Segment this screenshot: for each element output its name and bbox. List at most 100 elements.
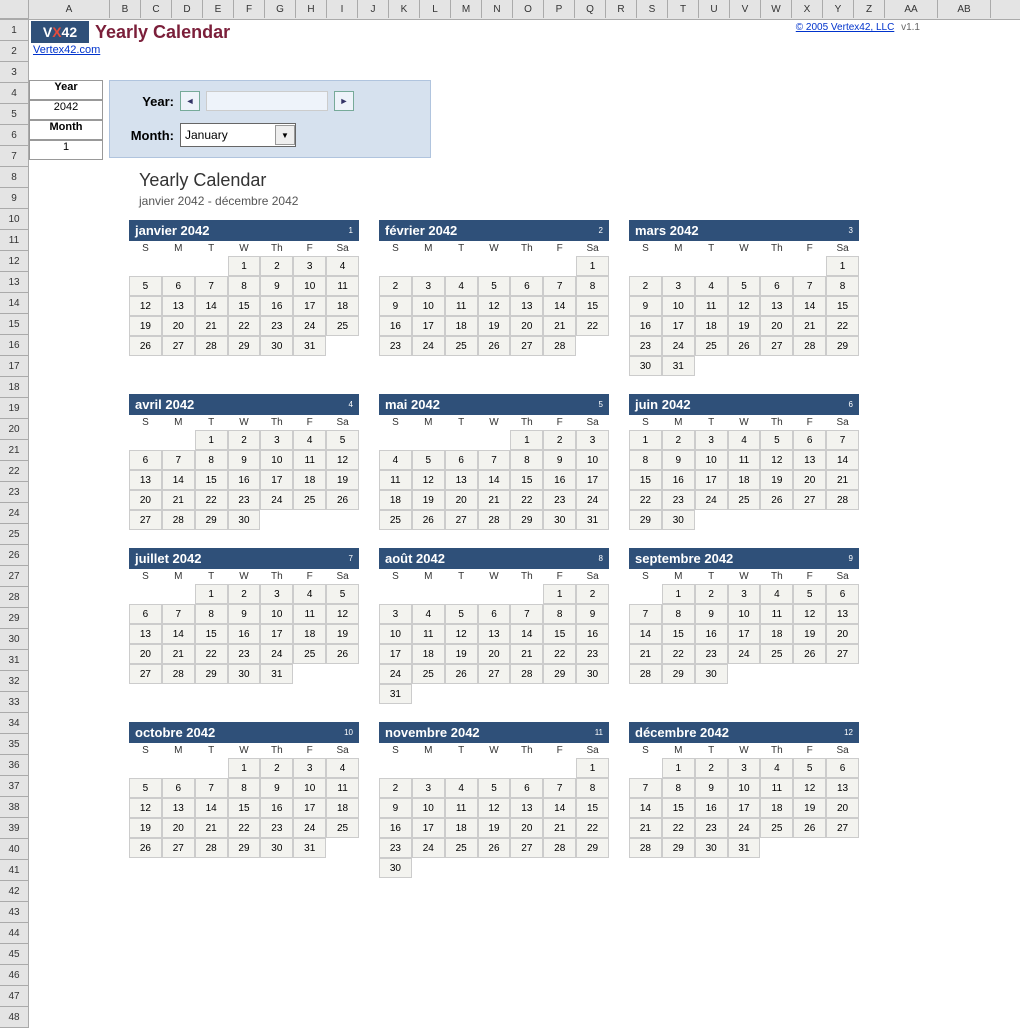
day-cell[interactable]: 17 xyxy=(293,296,326,316)
day-cell[interactable]: 9 xyxy=(543,450,576,470)
day-cell[interactable]: 4 xyxy=(326,758,359,778)
day-cell[interactable]: 26 xyxy=(760,490,793,510)
day-cell[interactable]: 25 xyxy=(326,316,359,336)
day-cell[interactable]: 20 xyxy=(445,490,478,510)
day-cell[interactable]: 27 xyxy=(826,818,859,838)
year-value-cell[interactable]: 2042 xyxy=(29,100,103,120)
day-cell[interactable]: 17 xyxy=(260,470,293,490)
day-cell[interactable]: 8 xyxy=(826,276,859,296)
day-cell[interactable]: 24 xyxy=(260,490,293,510)
day-cell[interactable]: 20 xyxy=(826,624,859,644)
day-cell[interactable]: 29 xyxy=(629,510,662,530)
day-cell[interactable]: 5 xyxy=(478,778,511,798)
day-cell[interactable]: 15 xyxy=(195,624,228,644)
day-cell[interactable]: 2 xyxy=(576,584,609,604)
day-cell[interactable]: 16 xyxy=(260,798,293,818)
day-cell[interactable]: 9 xyxy=(228,450,261,470)
day-cell[interactable]: 23 xyxy=(695,644,728,664)
day-cell[interactable]: 21 xyxy=(195,818,228,838)
day-cell[interactable]: 19 xyxy=(445,644,478,664)
day-cell[interactable]: 22 xyxy=(228,818,261,838)
day-cell[interactable]: 14 xyxy=(195,296,228,316)
day-cell[interactable]: 23 xyxy=(695,818,728,838)
day-cell[interactable]: 21 xyxy=(195,316,228,336)
day-cell[interactable]: 27 xyxy=(826,644,859,664)
day-cell[interactable]: 26 xyxy=(478,838,511,858)
row-header-19[interactable]: 19 xyxy=(0,398,29,419)
day-cell[interactable]: 7 xyxy=(510,604,543,624)
day-cell[interactable]: 24 xyxy=(379,664,412,684)
day-cell[interactable]: 19 xyxy=(129,818,162,838)
day-cell[interactable]: 2 xyxy=(662,430,695,450)
day-cell[interactable]: 28 xyxy=(629,664,662,684)
day-cell[interactable]: 19 xyxy=(478,818,511,838)
day-cell[interactable]: 9 xyxy=(695,778,728,798)
day-cell[interactable]: 9 xyxy=(576,604,609,624)
day-cell[interactable]: 22 xyxy=(662,644,695,664)
column-header-A[interactable]: A xyxy=(29,0,110,18)
day-cell[interactable]: 21 xyxy=(793,316,826,336)
day-cell[interactable]: 30 xyxy=(379,858,412,878)
day-cell[interactable]: 21 xyxy=(629,818,662,838)
row-header-37[interactable]: 37 xyxy=(0,776,29,797)
day-cell[interactable]: 24 xyxy=(293,316,326,336)
day-cell[interactable]: 8 xyxy=(510,450,543,470)
day-cell[interactable]: 27 xyxy=(445,510,478,530)
day-cell[interactable]: 22 xyxy=(629,490,662,510)
day-cell[interactable]: 9 xyxy=(260,276,293,296)
column-header-L[interactable]: L xyxy=(420,0,451,18)
day-cell[interactable]: 30 xyxy=(629,356,662,376)
day-cell[interactable]: 5 xyxy=(129,276,162,296)
day-cell[interactable]: 20 xyxy=(129,490,162,510)
day-cell[interactable]: 31 xyxy=(260,664,293,684)
day-cell[interactable]: 8 xyxy=(662,778,695,798)
day-cell[interactable]: 4 xyxy=(760,758,793,778)
row-header-30[interactable]: 30 xyxy=(0,629,29,650)
day-cell[interactable]: 23 xyxy=(543,490,576,510)
day-cell[interactable]: 11 xyxy=(760,778,793,798)
day-cell[interactable]: 13 xyxy=(162,296,195,316)
day-cell[interactable]: 18 xyxy=(695,316,728,336)
day-cell[interactable]: 24 xyxy=(260,644,293,664)
column-header-C[interactable]: C xyxy=(141,0,172,18)
day-cell[interactable]: 29 xyxy=(662,838,695,858)
day-cell[interactable]: 8 xyxy=(543,604,576,624)
day-cell[interactable]: 1 xyxy=(228,758,261,778)
day-cell[interactable]: 14 xyxy=(478,470,511,490)
day-cell[interactable]: 15 xyxy=(576,798,609,818)
day-cell[interactable]: 4 xyxy=(760,584,793,604)
day-cell[interactable]: 18 xyxy=(445,316,478,336)
day-cell[interactable]: 12 xyxy=(793,604,826,624)
day-cell[interactable]: 3 xyxy=(728,584,761,604)
day-cell[interactable]: 21 xyxy=(826,470,859,490)
day-cell[interactable]: 21 xyxy=(543,818,576,838)
day-cell[interactable]: 18 xyxy=(760,624,793,644)
column-header-E[interactable]: E xyxy=(203,0,234,18)
day-cell[interactable]: 10 xyxy=(412,296,445,316)
row-header-45[interactable]: 45 xyxy=(0,944,29,965)
column-header-M[interactable]: M xyxy=(451,0,482,18)
day-cell[interactable]: 10 xyxy=(412,798,445,818)
day-cell[interactable]: 31 xyxy=(728,838,761,858)
day-cell[interactable]: 29 xyxy=(195,664,228,684)
row-header-34[interactable]: 34 xyxy=(0,713,29,734)
day-cell[interactable]: 5 xyxy=(129,778,162,798)
day-cell[interactable]: 11 xyxy=(760,604,793,624)
day-cell[interactable]: 10 xyxy=(576,450,609,470)
day-cell[interactable]: 8 xyxy=(629,450,662,470)
row-header-1[interactable]: 1 xyxy=(0,20,29,41)
row-header-32[interactable]: 32 xyxy=(0,671,29,692)
row-header-9[interactable]: 9 xyxy=(0,188,29,209)
day-cell[interactable]: 1 xyxy=(510,430,543,450)
day-cell[interactable]: 4 xyxy=(379,450,412,470)
day-cell[interactable]: 14 xyxy=(162,470,195,490)
day-cell[interactable]: 17 xyxy=(412,316,445,336)
day-cell[interactable]: 23 xyxy=(629,336,662,356)
day-cell[interactable]: 6 xyxy=(162,276,195,296)
day-cell[interactable]: 6 xyxy=(162,778,195,798)
column-header-P[interactable]: P xyxy=(544,0,575,18)
day-cell[interactable]: 20 xyxy=(510,316,543,336)
day-cell[interactable]: 7 xyxy=(793,276,826,296)
day-cell[interactable]: 1 xyxy=(662,758,695,778)
row-header-39[interactable]: 39 xyxy=(0,818,29,839)
